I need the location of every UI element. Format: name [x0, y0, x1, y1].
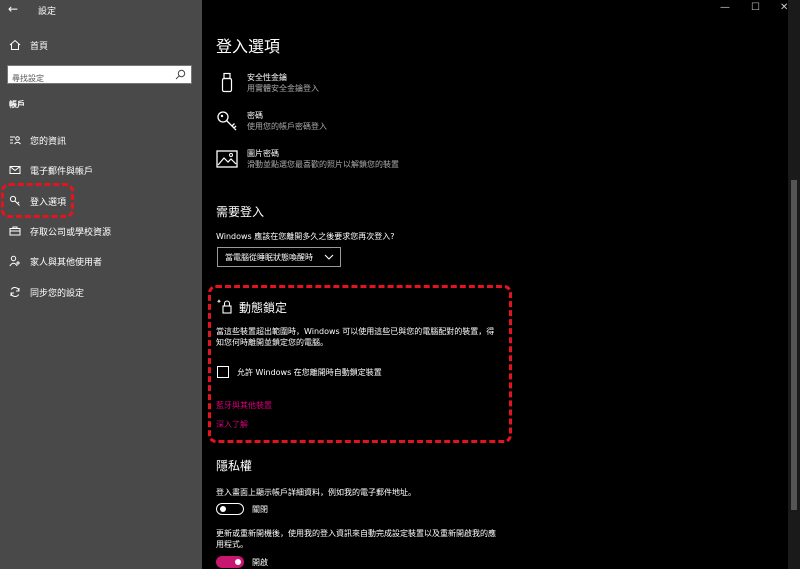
option-security-key[interactable]: 安全性金鑰 用實體安全金鑰登入 [216, 72, 319, 94]
toggle-state-label: 開啟 [252, 557, 268, 567]
require-signin-question: Windows 應該在您離開多久之後要求您再次登入? [216, 232, 395, 241]
learn-more-link[interactable]: 深入了解 [216, 419, 248, 430]
person-card-icon [10, 136, 21, 145]
use-signin-info-toggle[interactable] [216, 556, 244, 568]
search-input[interactable] [8, 70, 168, 87]
sidebar-item-work-school[interactable]: 存取公司或學校資源 [9, 223, 111, 239]
option-title: 安全性金鑰 [247, 73, 287, 82]
sidebar-item-label: 電子郵件與帳戶 [30, 166, 94, 177]
title-bar: ← 設定 [0, 0, 202, 18]
sidebar: ← 設定 首頁 帳戶 您的資訊 電子郵件與帳戶 登入選項 存取公司或學校資源 家… [0, 0, 202, 569]
sidebar-item-family[interactable]: 家人與其他使用者 [9, 253, 102, 269]
privacy-setting-2: 更新或重新開機後，使用我的登入資訊來自動完成設定裝置以及重新開啟我的應用程式。 [216, 529, 496, 549]
dynamic-lock-checkbox[interactable] [217, 366, 229, 378]
sidebar-item-email[interactable]: 電子郵件與帳戶 [9, 162, 93, 178]
search-icon[interactable] [175, 69, 186, 80]
privacy-setting-1: 登入畫面上顯示帳戶詳細資料，例如我的電子郵件地址。 [216, 488, 416, 497]
dropdown-value: 當電腦從睡眠狀態喚醒時 [225, 252, 313, 262]
people-icon [9, 255, 20, 267]
sidebar-item-label: 存取公司或學校資源 [30, 227, 112, 238]
option-title: 密碼 [247, 111, 263, 120]
search-box[interactable] [7, 65, 192, 87]
sidebar-item-label: 同步您的設定 [30, 288, 85, 299]
bluetooth-devices-link[interactable]: 藍牙與其他裝置 [216, 400, 272, 411]
dynamic-lock-checkbox-row[interactable]: 允許 Windows 在您離開時自動鎖定裝置 [217, 366, 382, 378]
option-title: 圖片密碼 [247, 149, 279, 158]
sidebar-item-label: 家人與其他使用者 [30, 257, 103, 268]
sidebar-item-your-info[interactable]: 您的資訊 [9, 132, 66, 148]
picture-icon [216, 150, 238, 168]
option-picture-password[interactable]: 圖片密碼 滑動並點選您最喜歡的照片以解鎖您的裝置 [216, 148, 399, 170]
dynamic-lock-description: 當這些裝置超出範圍時，Windows 可以使用這些已與您的電腦配對的裝置，得知您… [216, 327, 495, 347]
home-icon [9, 39, 21, 50]
account-details-toggle[interactable] [216, 503, 244, 515]
sidebar-item-label: 您的資訊 [30, 136, 67, 147]
option-password[interactable]: 密碼 使用您的帳戶密碼登入 [216, 110, 327, 132]
sidebar-item-sync[interactable]: 同步您的設定 [9, 284, 84, 300]
privacy-heading: 隱私權 [216, 459, 253, 473]
main-content: 登入選項 安全性金鑰 用實體安全金鑰登入 密碼 使用您的帳戶密碼登入 圖片密碼 … [202, 0, 788, 569]
scrollbar-thumb[interactable] [791, 180, 797, 510]
section-label: 帳戶 [9, 100, 25, 109]
checkbox-label: 允許 Windows 在您離開時自動鎖定裝置 [237, 367, 382, 377]
key-icon [217, 111, 237, 131]
page-title: 登入選項 [216, 37, 281, 56]
option-description: 使用您的帳戶密碼登入 [247, 122, 327, 131]
home-nav-item[interactable]: 首頁 [9, 38, 48, 52]
briefcase-icon [9, 226, 21, 236]
home-label: 首頁 [30, 41, 49, 52]
highlight-annotation [1, 183, 74, 218]
sync-icon [10, 287, 20, 297]
option-description: 滑動並點選您最喜歡的照片以解鎖您的裝置 [247, 160, 399, 169]
app-title: 設定 [38, 7, 57, 17]
option-description: 用實體安全金鑰登入 [247, 84, 319, 93]
back-button[interactable]: ← [8, 2, 18, 16]
account-details-toggle-row[interactable]: 關閉 [216, 503, 268, 515]
dynamic-lock-heading: 動態鎖定 [239, 301, 288, 315]
toggle-state-label: 關閉 [252, 504, 268, 514]
mail-icon [9, 166, 21, 174]
require-signin-heading: 需要登入 [216, 205, 265, 219]
signin-timing-dropdown[interactable]: 當電腦從睡眠狀態喚醒時 [217, 247, 341, 267]
dynamic-lock-icon [216, 299, 232, 314]
chevron-down-icon [324, 254, 334, 260]
use-signin-info-toggle-row[interactable]: 開啟 [216, 556, 268, 568]
usb-key-icon [221, 72, 233, 93]
scrollbar[interactable] [788, 0, 800, 569]
